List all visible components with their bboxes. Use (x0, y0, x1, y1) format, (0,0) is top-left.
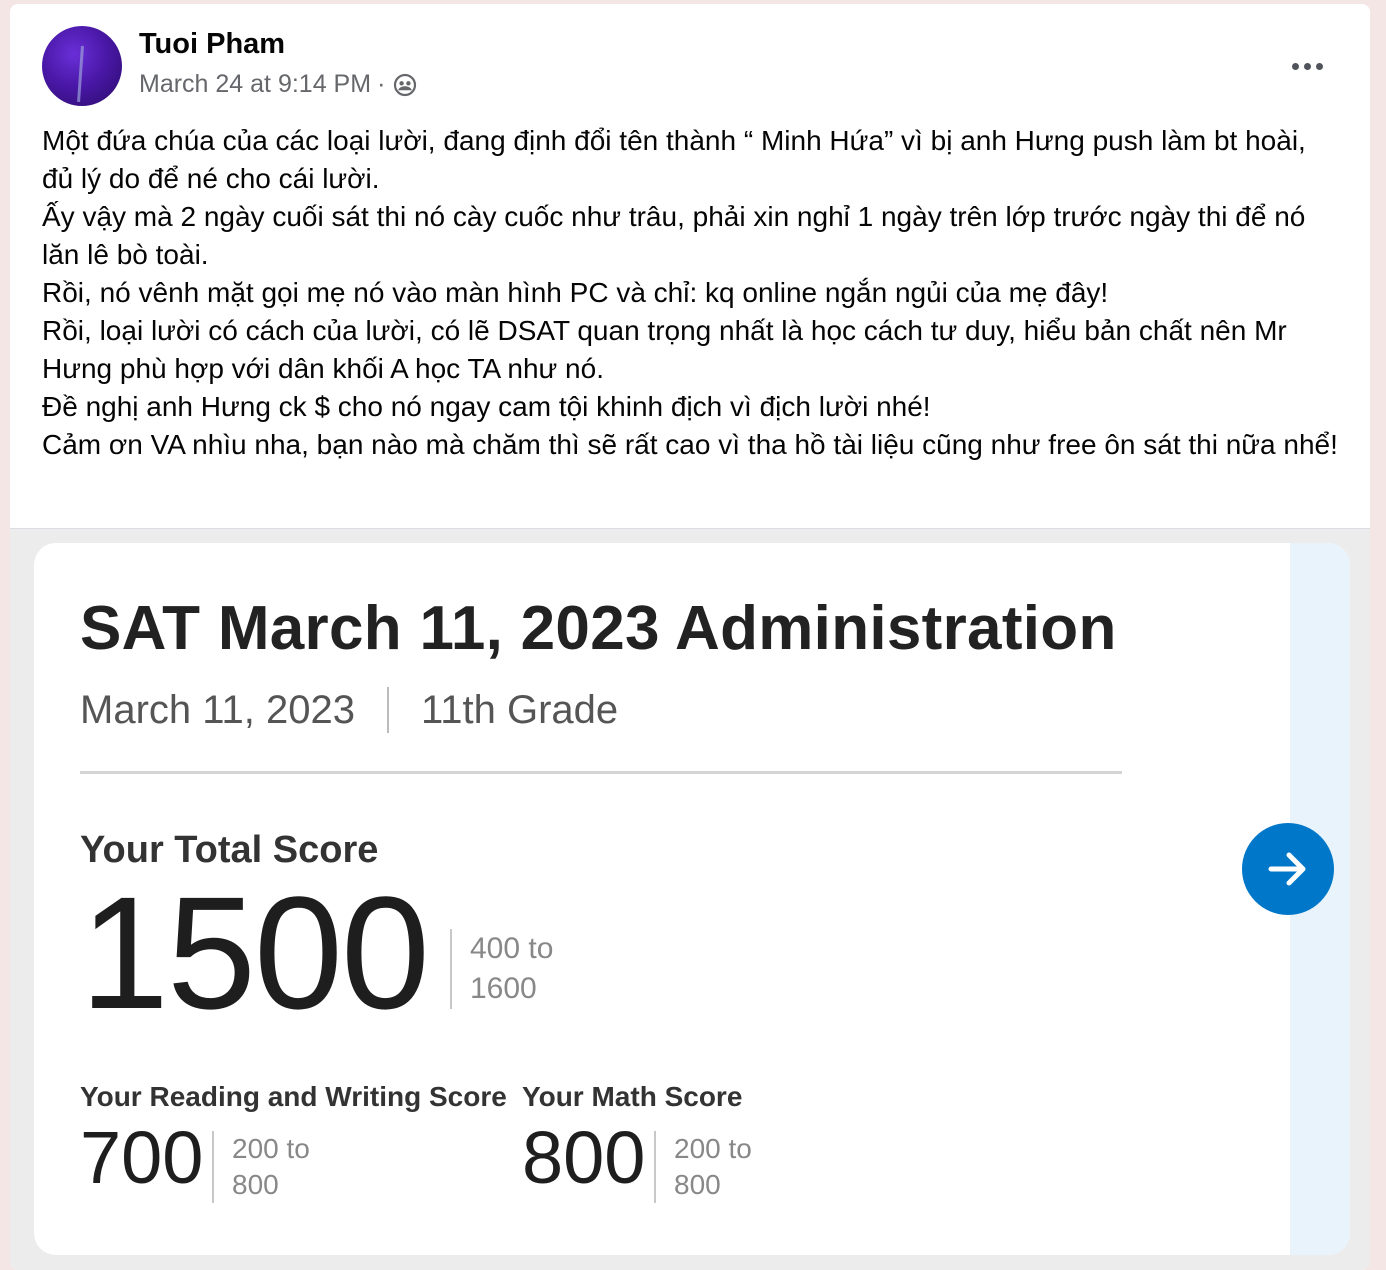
range-top: 200 to (674, 1133, 752, 1164)
avatar[interactable] (42, 26, 122, 106)
total-score-range: 400 to 1600 (450, 929, 553, 1009)
arrow-right-icon[interactable] (1242, 823, 1334, 915)
range-bottom: 1600 (470, 972, 537, 1005)
total-score-value: 1500 (80, 863, 430, 1042)
math-score: 800 (522, 1116, 646, 1199)
author-name[interactable]: Tuoi Pham (139, 28, 285, 61)
post-paragraph: Một đứa chúa của các loại lười, đang địn… (42, 125, 1306, 194)
reading-writing-score: 700 (80, 1116, 204, 1199)
post-meta: March 24 at 9:14 PM · (139, 70, 417, 99)
test-date: March 11, 2023 (80, 687, 355, 732)
post-image[interactable]: SAT March 11, 2023 Administration March … (10, 528, 1370, 1270)
score-report-card: SAT March 11, 2023 Administration March … (34, 543, 1350, 1255)
more-options-icon[interactable] (1282, 46, 1332, 86)
section-divider (80, 771, 1122, 774)
post-text: Một đứa chúa của các loại lười, đang địn… (42, 122, 1342, 464)
post-paragraph: Rồi, loại lười có cách của lười, có lẽ D… (42, 315, 1287, 384)
report-title: SAT March 11, 2023 Administration (80, 594, 1117, 663)
friends-icon[interactable] (393, 73, 417, 97)
post-paragraph: Đề nghị anh Hưng ck $ cho nó ngay cam tộ… (42, 391, 931, 422)
range-top: 200 to (232, 1133, 310, 1164)
reading-writing-label: Your Reading and Writing Score (80, 1081, 507, 1112)
math-range: 200 to 800 (654, 1131, 752, 1203)
post-paragraph: Rồi, nó vênh mặt gọi mẹ nó vào màn hình … (42, 277, 1109, 308)
subtitle-divider (386, 687, 389, 733)
post-header: Tuoi Pham March 24 at 9:14 PM · (10, 4, 1370, 114)
reading-writing-range: 200 to 800 (212, 1131, 310, 1203)
range-bottom: 800 (674, 1169, 721, 1200)
post-card: Tuoi Pham March 24 at 9:14 PM · Một đứa … (10, 4, 1370, 1270)
meta-separator: · (377, 70, 386, 98)
grade-level: 11th Grade (420, 687, 619, 732)
math-label: Your Math Score (522, 1081, 743, 1112)
report-subtitle: March 11, 2023 11th Grade (80, 687, 618, 733)
post-timestamp[interactable]: March 24 at 9:14 PM (139, 70, 371, 99)
post-paragraph: Ấy vậy mà 2 ngày cuối sát thi nó cày cuố… (42, 201, 1306, 270)
range-top: 400 to (470, 932, 554, 965)
post-paragraph: Cảm ơn VA nhìu nha, bạn nào mà chăm thì … (42, 429, 1338, 460)
range-bottom: 800 (232, 1169, 279, 1200)
